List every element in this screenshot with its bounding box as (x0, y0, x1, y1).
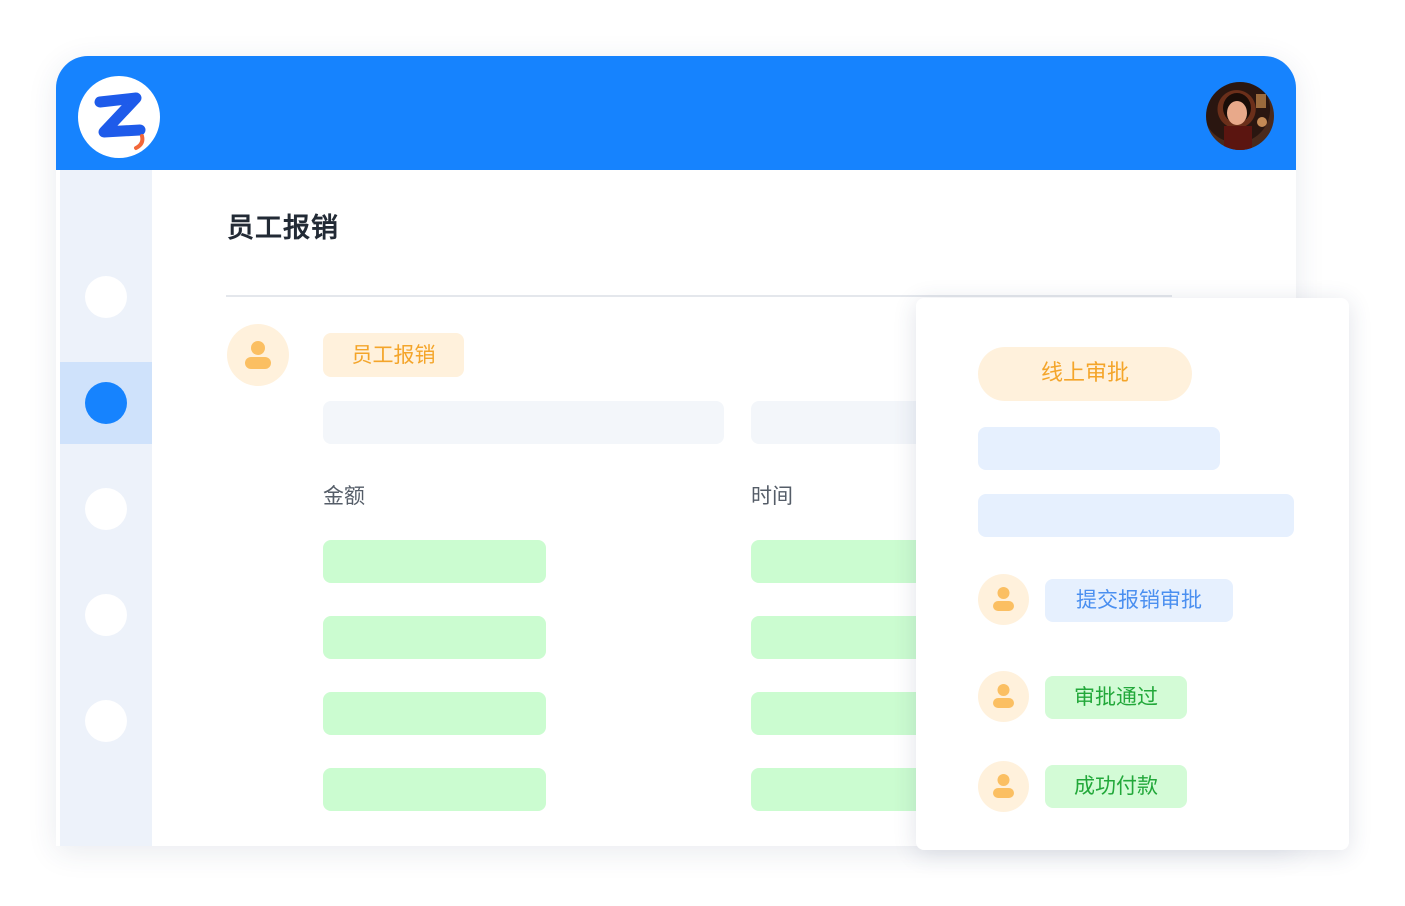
step-submit: 提交报销审批 (1045, 579, 1233, 622)
amount-cell (323, 768, 546, 811)
placeholder-field (978, 427, 1220, 470)
amount-cell (323, 616, 546, 659)
sidebar-item-2[interactable] (60, 362, 152, 444)
record-tag: 员工报销 (323, 333, 464, 377)
sidebar (60, 170, 152, 846)
stage: 员工报销 员工报销 金额 时间 线上审批 提交报销审批 审批通过 成功付款 (0, 0, 1405, 906)
user-icon (978, 671, 1029, 722)
approval-card: 线上审批 提交报销审批 审批通过 成功付款 (916, 298, 1349, 850)
step-approved: 审批通过 (1045, 676, 1187, 719)
step-paid: 成功付款 (1045, 765, 1187, 808)
user-icon (978, 574, 1029, 625)
amount-cell (323, 540, 546, 583)
divider (226, 295, 1172, 297)
placeholder-field (978, 494, 1294, 537)
user-icon (978, 761, 1029, 812)
page-title: 员工报销 (227, 213, 339, 244)
nav-dot-icon (85, 382, 127, 424)
z-logo-icon[interactable] (78, 76, 160, 158)
sidebar-item-4[interactable] (60, 574, 152, 656)
nav-dot-icon (85, 488, 127, 530)
user-avatar[interactable] (1206, 82, 1274, 150)
column-header-amount: 金额 (323, 484, 365, 508)
amount-cell (323, 692, 546, 735)
sidebar-item-3[interactable] (60, 468, 152, 550)
sidebar-item-5[interactable] (60, 680, 152, 762)
nav-dot-icon (85, 594, 127, 636)
top-bar (56, 56, 1296, 170)
nav-dot-icon (85, 276, 127, 318)
user-icon (227, 324, 289, 386)
nav-dot-icon (85, 700, 127, 742)
sidebar-item-1[interactable] (60, 256, 152, 338)
approval-card-title: 线上审批 (978, 347, 1192, 401)
placeholder-field (323, 401, 724, 444)
column-header-time: 时间 (751, 484, 793, 508)
